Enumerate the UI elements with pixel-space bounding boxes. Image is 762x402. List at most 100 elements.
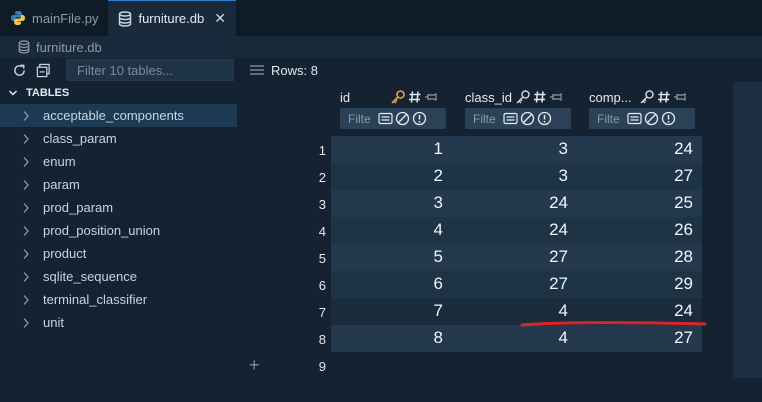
foreign-key-icon — [516, 90, 530, 104]
cell-component-id[interactable]: 26 — [583, 220, 693, 240]
table-item-enum[interactable]: enum — [0, 150, 237, 173]
info-filter-icon[interactable] — [537, 111, 552, 126]
cell-class-id[interactable]: 27 — [459, 247, 568, 267]
table-item-class-param[interactable]: class_param — [0, 127, 237, 150]
cell-id[interactable]: 3 — [331, 193, 443, 213]
table-item-terminal-classifier[interactable]: terminal_classifier — [0, 288, 237, 311]
cell-id[interactable]: 6 — [331, 274, 443, 294]
row-number: 5 — [318, 251, 326, 266]
text-filter-icon[interactable] — [503, 112, 518, 125]
table-item-prod-position-union[interactable]: prod_position_union — [0, 219, 237, 242]
cell-id[interactable]: 4 — [331, 220, 443, 240]
filter-input[interactable]: Filte — [340, 112, 374, 126]
number-type-icon — [409, 91, 421, 103]
cell-id[interactable]: 5 — [331, 247, 443, 267]
table-item-product[interactable]: product — [0, 242, 237, 265]
cell-class-id[interactable]: 24 — [459, 220, 568, 240]
cell-class-id[interactable]: 4 — [459, 328, 568, 348]
pin-icon[interactable] — [424, 90, 438, 104]
cell-component-id[interactable]: 27 — [583, 328, 693, 348]
cell-id[interactable]: 7 — [331, 301, 443, 321]
table-item-label: sqlite_sequence — [43, 269, 137, 284]
number-type-icon — [534, 91, 546, 103]
row-number: 7 — [318, 305, 326, 320]
null-filter-icon[interactable] — [644, 111, 659, 126]
cell-component-id[interactable]: 24 — [583, 139, 693, 159]
collapse-all-icon[interactable] — [34, 61, 52, 79]
tables-sidebar: TABLES acceptable_components class_param… — [0, 58, 237, 402]
row-number: 1 — [318, 143, 326, 158]
database-icon — [118, 10, 132, 27]
table-row[interactable]: 1 3 24 — [331, 136, 702, 163]
text-filter-icon[interactable] — [378, 112, 393, 125]
close-icon[interactable]: ✕ — [214, 10, 226, 27]
cell-id[interactable]: 2 — [331, 166, 443, 186]
pin-icon[interactable] — [549, 90, 563, 104]
cell-component-id[interactable]: 24 — [583, 301, 693, 321]
table-row[interactable]: 5 27 28 — [331, 244, 702, 271]
tables-section-header[interactable]: TABLES — [0, 82, 237, 104]
cell-class-id[interactable]: 24 — [459, 193, 568, 213]
info-filter-icon[interactable] — [412, 111, 427, 126]
table-item-acceptable-components[interactable]: acceptable_components — [0, 104, 237, 127]
chevron-right-icon — [22, 271, 34, 283]
null-filter-icon[interactable] — [520, 111, 535, 126]
column-filter-id[interactable]: Filte — [340, 108, 446, 129]
table-row[interactable]: 6 27 29 — [331, 271, 702, 298]
table-item-prod-param[interactable]: prod_param — [0, 196, 237, 219]
table-item-unit[interactable]: unit — [0, 311, 237, 334]
table-item-label: prod_position_union — [43, 223, 161, 238]
number-type-icon — [658, 91, 670, 103]
filter-input[interactable]: Filte — [465, 112, 499, 126]
info-filter-icon[interactable] — [661, 111, 676, 126]
table-item-label: param — [43, 177, 80, 192]
row-number: 3 — [318, 197, 326, 212]
filter-input[interactable]: Filte — [589, 112, 623, 126]
cell-component-id[interactable]: 25 — [583, 193, 693, 213]
cell-component-id[interactable]: 29 — [583, 274, 693, 294]
table-item-label: acceptable_components — [43, 108, 184, 123]
table-row[interactable]: 7 4 24 — [331, 298, 702, 325]
chevron-right-icon — [22, 202, 34, 214]
table-item-param[interactable]: param — [0, 173, 237, 196]
tab-mainfile[interactable]: mainFile.py — [0, 0, 108, 36]
tab-furniture-db[interactable]: furniture.db ✕ — [108, 0, 236, 36]
table-item-label: enum — [43, 154, 76, 169]
table-row[interactable]: 8 4 27 — [331, 325, 702, 352]
cell-class-id[interactable]: 3 — [459, 139, 568, 159]
table-row[interactable]: 3 24 25 — [331, 190, 702, 217]
column-name: id — [340, 90, 351, 105]
table-item-label: terminal_classifier — [43, 292, 148, 307]
filter-tables-input[interactable] — [66, 59, 234, 81]
text-filter-icon[interactable] — [627, 112, 642, 125]
chevron-right-icon — [22, 110, 34, 122]
cell-component-id[interactable]: 28 — [583, 247, 693, 267]
table-item-label: prod_param — [43, 200, 114, 215]
cell-component-id[interactable]: 27 — [583, 166, 693, 186]
column-filter-component-id[interactable]: Filte — [589, 108, 695, 129]
cell-class-id[interactable]: 3 — [459, 166, 568, 186]
table-row[interactable]: 4 24 26 — [331, 217, 702, 244]
column-filter-class-id[interactable]: Filte — [465, 108, 571, 129]
table-row[interactable]: 2 3 27 — [331, 163, 702, 190]
breadcrumb-label[interactable]: furniture.db — [36, 40, 102, 55]
table-item-sqlite-sequence[interactable]: sqlite_sequence — [0, 265, 237, 288]
column-icons — [515, 89, 563, 105]
column-name: class_id — [465, 90, 512, 105]
add-row-button[interactable]: + — [249, 355, 260, 376]
cell-id[interactable]: 1 — [331, 139, 443, 159]
cell-id[interactable]: 8 — [331, 328, 443, 348]
tab-label: mainFile.py — [32, 10, 99, 26]
cell-class-id[interactable]: 27 — [459, 274, 568, 294]
tables-section-title: TABLES — [26, 87, 70, 99]
tab-bar: mainFile.py furniture.db ✕ — [0, 0, 762, 36]
cell-class-id[interactable]: 4 — [459, 301, 568, 321]
rows-count: Rows: 8 — [271, 62, 318, 78]
chevron-right-icon — [22, 294, 34, 306]
null-filter-icon[interactable] — [395, 111, 410, 126]
chevron-right-icon — [22, 317, 34, 329]
row-number: 2 — [318, 170, 326, 185]
table-item-label: unit — [43, 315, 64, 330]
refresh-icon[interactable] — [10, 61, 28, 79]
pin-icon[interactable] — [673, 90, 687, 104]
